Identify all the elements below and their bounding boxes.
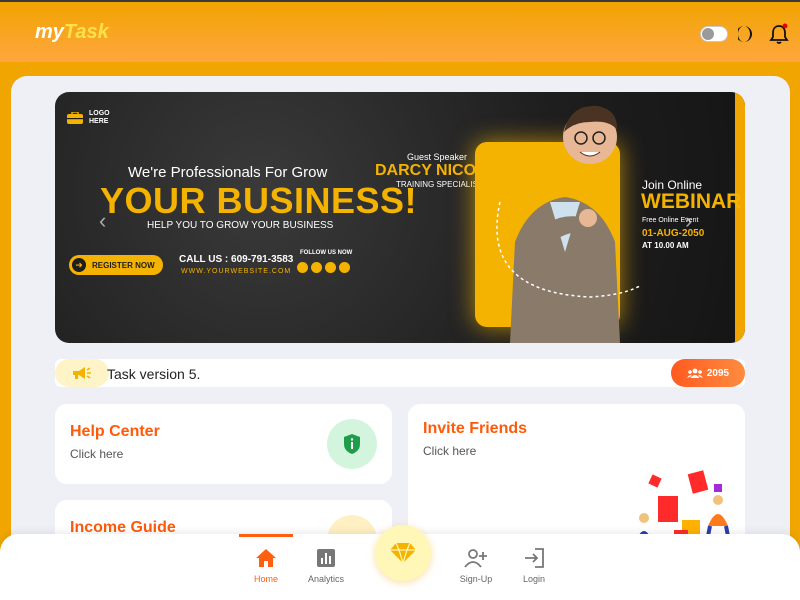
banner-website: WWW.YOURWEBSITE.COM <box>181 268 292 275</box>
nav-home[interactable]: Home <box>236 548 296 584</box>
bar-chart-icon <box>317 549 335 567</box>
twitter-icon <box>311 262 322 273</box>
invite-friends-title: Invite Friends <box>423 420 528 437</box>
facebook-icon <box>297 262 308 273</box>
promo-banner[interactable]: LOGO HERE We're Professionals For Grow Y… <box>55 92 745 343</box>
banner-tagline: We're Professionals For Grow <box>128 164 328 181</box>
home-icon <box>256 549 276 567</box>
megaphone-icon <box>55 359 109 387</box>
banner-headline: YOUR BUSINESS! <box>100 180 418 221</box>
banner-time: AT 10.00 AM <box>642 241 689 250</box>
add-user-icon <box>464 549 487 568</box>
nav-signup-label: Sign-Up <box>459 574 493 584</box>
login-icon <box>525 548 544 568</box>
invite-friends-subtitle: Click here <box>423 444 477 458</box>
banner-logo-line1: LOGO <box>89 110 110 117</box>
banner-stripe <box>735 92 745 343</box>
youtube-icon <box>325 262 336 273</box>
nav-login-label: Login <box>522 574 546 584</box>
app-header: myTask <box>0 0 800 62</box>
instagram-icon <box>339 262 350 273</box>
nav-center-button[interactable] <box>375 525 431 581</box>
invite-friends-card[interactable]: Invite Friends Click here <box>408 404 745 554</box>
shield-info-icon <box>327 419 377 469</box>
arrow-right-icon: ➜ <box>72 258 86 272</box>
nav-analytics[interactable]: Analytics <box>296 548 356 584</box>
bell-icon[interactable] <box>769 23 789 45</box>
nav-analytics-label: Analytics <box>307 574 344 584</box>
users-icon <box>686 368 703 378</box>
banner-logo-line2: HERE <box>89 118 109 125</box>
banner-social-icons <box>297 262 350 273</box>
diamond-icon <box>390 542 416 564</box>
logo-part-my: my <box>35 21 64 43</box>
speaker-photo <box>496 105 640 343</box>
register-label: REGISTER NOW <box>92 260 155 270</box>
online-count: 2095 <box>706 367 730 379</box>
announcement-bar[interactable]: Task version 5. 2095 <box>55 359 745 387</box>
help-center-subtitle: Click here <box>70 447 124 461</box>
online-count-badge[interactable]: 2095 <box>671 359 745 387</box>
banner-date: 01-AUG-2050 <box>642 228 705 239</box>
banner-register-button[interactable]: ➜ REGISTER NOW <box>69 255 163 275</box>
briefcase-icon <box>67 112 83 124</box>
banner-logo: LOGO HERE <box>67 110 119 126</box>
nav-home-label: Home <box>253 574 278 584</box>
banner-phone: CALL US : 609-791-3583 <box>179 254 294 265</box>
moon-icon[interactable] <box>738 25 754 43</box>
announcement-text: Task version 5. <box>107 366 201 382</box>
banner-subline: HELP YOU TO GROW YOUR BUSINESS <box>147 220 334 231</box>
app-logo[interactable]: myTask <box>35 21 109 44</box>
carousel-prev-icon[interactable]: ‹ <box>99 208 106 234</box>
nav-login[interactable]: Login <box>504 548 564 584</box>
banner-logo-text: LOGO HERE <box>89 110 119 126</box>
logo-part-task: Task <box>63 21 109 43</box>
banner-guest-label: Guest Speaker <box>407 152 468 162</box>
help-center-title: Help Center <box>70 423 160 440</box>
toggle-knob <box>702 28 714 40</box>
nav-signup[interactable]: Sign-Up <box>446 548 506 584</box>
banner-follow: FOLLOW US NOW <box>300 250 353 256</box>
help-center-card[interactable]: Help Center Click here <box>55 404 392 484</box>
theme-toggle[interactable] <box>700 26 728 42</box>
nav-active-indicator <box>239 534 293 537</box>
carousel-next-icon[interactable]: › <box>685 208 692 234</box>
